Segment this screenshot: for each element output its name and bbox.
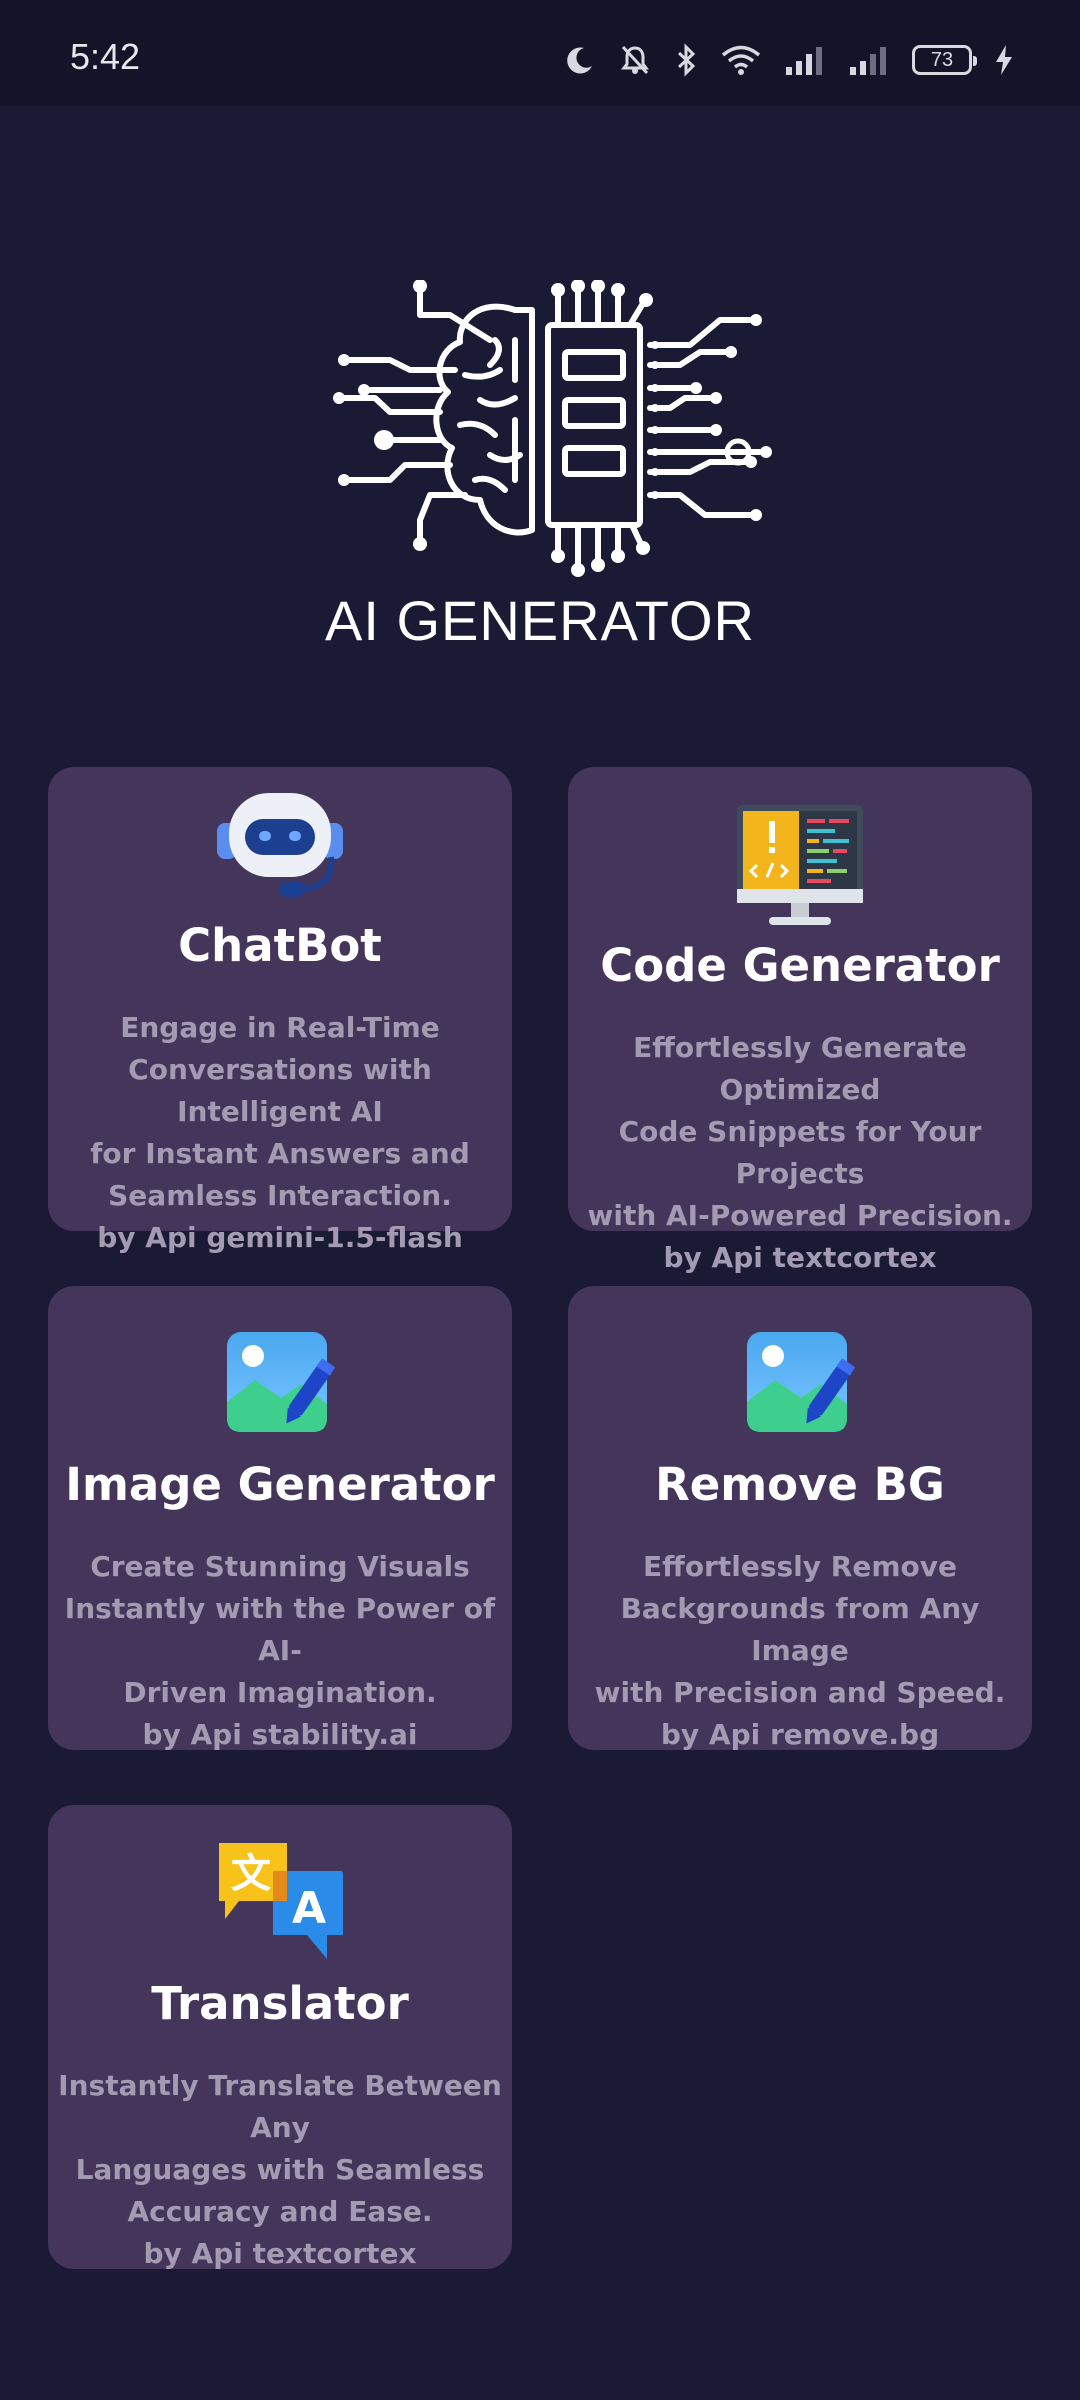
app-title: AI GENERATOR: [324, 589, 755, 652]
code-monitor-icon: [737, 805, 863, 925]
image-edit-icon: [747, 1332, 855, 1432]
card-description: Effortlessly Generate Optimized Code Sni…: [587, 1031, 1013, 1274]
card-title: Code Generator: [600, 939, 1000, 992]
translator-card[interactable]: 文 A Translator Instantly Translate Betwe…: [48, 1805, 512, 2270]
charging-icon: [994, 43, 1014, 77]
svg-text:文: 文: [231, 1851, 271, 1897]
svg-text:A: A: [292, 1883, 326, 1934]
battery-icon: 73: [912, 45, 977, 75]
robot-icon: [217, 793, 343, 897]
code-generator-card[interactable]: Code Generator Effortlessly Generate Opt…: [568, 767, 1032, 1274]
card-description: Create Stunning Visuals Instantly with t…: [64, 1550, 496, 1751]
card-description: Instantly Translate Between Any Language…: [58, 2069, 502, 2270]
translate-icon: 文 A: [219, 1843, 343, 1959]
chatbot-card[interactable]: ChatBot Engage in Real-Time Conversation…: [48, 767, 512, 1254]
status-bar: 5:42 73: [0, 0, 1080, 106]
brain-circuit-icon: [333, 280, 772, 577]
card-title: Remove BG: [655, 1458, 945, 1511]
app-logo: AI GENERATOR: [0, 270, 1080, 670]
remove-bg-card[interactable]: Remove BG Effortlessly Remove Background…: [568, 1286, 1032, 1751]
wifi-icon: [720, 43, 762, 77]
status-time: 5:42: [70, 36, 141, 77]
card-description: Engage in Real-Time Conversations with I…: [90, 1011, 470, 1254]
bell-off-icon: [618, 43, 652, 77]
card-description: Effortlessly Remove Backgrounds from Any…: [594, 1550, 1006, 1751]
bluetooth-icon: [674, 43, 698, 77]
signal-icon: [848, 43, 890, 77]
moon-icon: [564, 44, 596, 76]
image-generator-card[interactable]: Image Generator Create Stunning Visuals …: [48, 1286, 512, 1751]
card-title: Image Generator: [65, 1458, 495, 1511]
signal-icon: [784, 43, 826, 77]
card-title: Translator: [151, 1977, 409, 2030]
card-title: ChatBot: [178, 919, 382, 972]
image-edit-icon: [227, 1332, 335, 1432]
status-icons: 73: [564, 40, 1014, 80]
